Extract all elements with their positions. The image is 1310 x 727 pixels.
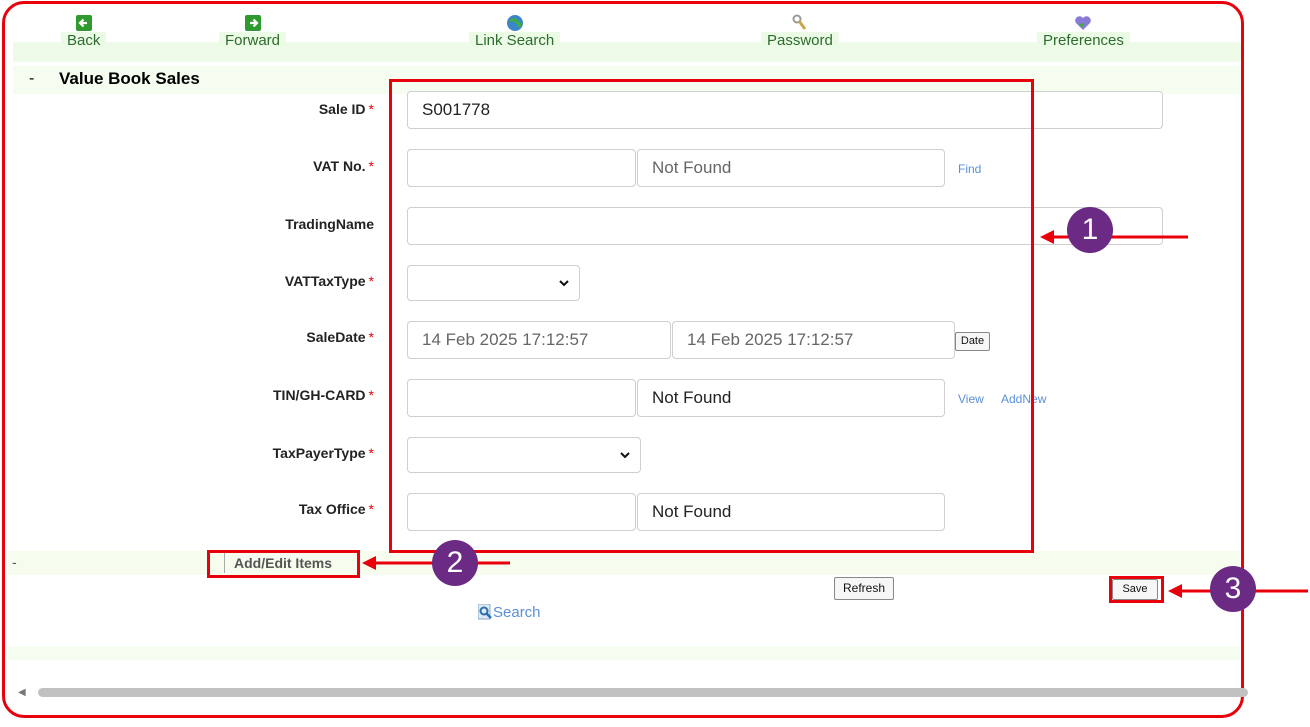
- callout-badge-3: 3: [1210, 566, 1256, 612]
- callout-badge-1: 1: [1067, 207, 1113, 253]
- callout-badge-2: 2: [432, 540, 478, 586]
- callout-arrows: [362, 230, 1308, 598]
